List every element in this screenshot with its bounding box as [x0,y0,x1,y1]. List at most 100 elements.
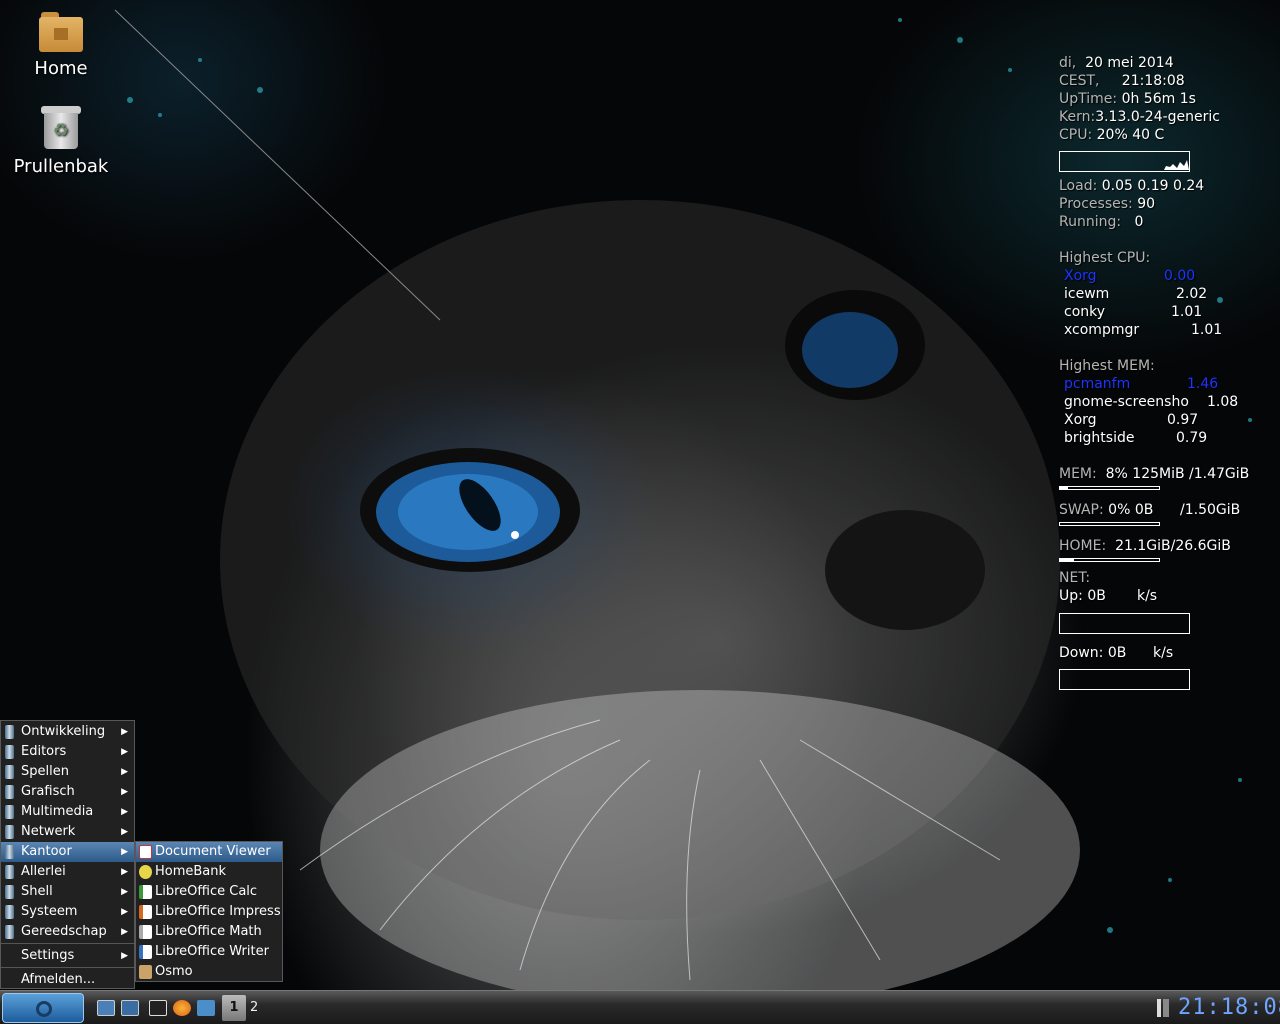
load-label: Load: [1059,178,1098,194]
net-down-value: 0B k/s [1107,645,1174,661]
menu-folder-icon [5,905,14,919]
highest-cpu-row: xcompmgr 1.01 [1064,322,1223,338]
taskbar: 1 2 21:18:08 [0,990,1280,1024]
desktop-icon-trash[interactable]: ♻ Prullenbak [6,106,116,177]
highest-mem-row: Xorg 0.97 [1064,412,1199,428]
net-down-graph [1059,669,1190,690]
volume-icon[interactable] [1155,997,1173,1019]
date-value: 20 mei 2014 [1085,55,1174,71]
submenu-arrow-icon: ▶ [121,747,128,757]
processes-value: 90 [1137,196,1156,212]
load-value: 0.05 0.19 0.24 [1101,178,1205,194]
desktop-icon-home[interactable]: Home [6,12,116,79]
desktop-icon-label: Prullenbak [13,156,109,177]
kantoor-submenu: Document Viewer HomeBank LibreOffice Cal… [135,841,283,982]
window-list-icon[interactable] [121,1000,139,1016]
submenu-item-libreoffice-math[interactable]: LibreOffice Math [136,922,282,942]
highest-cpu-row: Xorg 0.00 [1064,268,1196,284]
highest-cpu-row: icewm 2.02 [1064,286,1208,302]
menu-item-netwerk[interactable]: Netwerk ▶ [1,822,134,842]
home-disk-bar [1059,558,1160,562]
menu-item-kantoor[interactable]: Kantoor ▶ [1,842,134,862]
submenu-arrow-icon: ▶ [121,927,128,937]
submenu-item-homebank[interactable]: HomeBank [136,862,282,882]
menu-item-allerlei[interactable]: Allerlei ▶ [1,862,134,882]
firefox-icon[interactable] [173,1000,191,1016]
document-viewer-icon [139,845,152,859]
date-label: di, [1059,55,1077,71]
submenu-arrow-icon: ▶ [121,887,128,897]
menu-folder-icon [5,745,14,759]
submenu-item-libreoffice-writer[interactable]: LibreOffice Writer [136,942,282,962]
osmo-icon [139,965,152,979]
workspace-2-button[interactable]: 2 [250,995,266,1021]
menu-folder-icon [5,885,14,899]
net-up-label: Up: [1059,588,1083,604]
highest-mem-label: Highest MEM: [1059,358,1155,374]
start-logo-icon [36,1001,52,1017]
libreoffice-impress-icon [139,905,152,919]
submenu-arrow-icon: ▶ [121,951,128,961]
conky-monitor: di, 20 mei 2014 CEST, 21:18:08 UpTime: 0… [1059,54,1274,690]
running-label: Running: [1059,214,1122,230]
net-up-value: 0B k/s [1087,588,1158,604]
menu-folder-icon [5,925,14,939]
mem-bar-fill [1060,487,1068,489]
terminal-icon[interactable] [149,1000,167,1016]
kernel-label: Kern: [1059,109,1096,125]
submenu-arrow-icon: ▶ [121,767,128,777]
libreoffice-writer-icon [139,945,152,959]
menu-folder-icon [5,865,14,879]
home-folder-icon [39,12,83,52]
start-menu-button[interactable] [2,993,84,1023]
menu-item-multimedia[interactable]: Multimedia ▶ [1,802,134,822]
net-up-graph [1059,613,1190,634]
uptime-value: 0h 56m 1s [1121,91,1196,107]
workspace-1-button[interactable]: 1 [222,995,246,1021]
menu-item-spellen[interactable]: Spellen ▶ [1,762,134,782]
menu-item-shell[interactable]: Shell ▶ [1,882,134,902]
submenu-item-osmo[interactable]: Osmo [136,962,282,982]
net-label: NET: [1059,570,1091,586]
submenu-item-libreoffice-calc[interactable]: LibreOffice Calc [136,882,282,902]
cpu-label: CPU: [1059,127,1093,143]
kernel-value: 3.13.0-24-generic [1095,109,1220,125]
show-desktop-icon[interactable] [97,1000,115,1016]
menu-folder-icon [5,845,14,859]
time-value: 21:18:08 [1121,73,1185,89]
menu-item-systeem[interactable]: Systeem ▶ [1,902,134,922]
menu-item-grafisch[interactable]: Grafisch ▶ [1,782,134,802]
trash-icon: ♻ [41,106,81,150]
file-manager-icon[interactable] [197,1000,215,1016]
highest-cpu-row: conky 1.01 [1064,304,1203,320]
submenu-arrow-icon: ▶ [121,807,128,817]
menu-folder-icon [5,765,14,779]
submenu-arrow-icon: ▶ [121,787,128,797]
submenu-item-document-viewer[interactable]: Document Viewer [136,842,282,862]
submenu-item-libreoffice-impress[interactable]: LibreOffice Impress [136,902,282,922]
menu-item-settings[interactable]: Settings ▶ [1,946,134,966]
home-disk-value: 21.1GiB/26.6GiB [1115,538,1231,554]
menu-item-gereedschap[interactable]: Gereedschap ▶ [1,922,134,942]
start-menu: Ontwikkeling ▶ Editors ▶ Spellen ▶ Grafisch… [0,720,135,989]
home-disk-bar-fill [1060,559,1074,561]
highest-cpu-label: Highest CPU: [1059,250,1151,266]
net-down-label: Down: [1059,645,1104,661]
uptime-label: UpTime: [1059,91,1118,107]
swap-value: 0% 0B /1.50GiB [1108,502,1241,518]
processes-label: Processes: [1059,196,1133,212]
menu-item-logout[interactable]: Afmelden... [1,970,134,990]
homebank-icon [139,865,152,879]
menu-item-ontwikkeling[interactable]: Ontwikkeling ▶ [1,722,134,742]
mem-value: 8% 125MiB /1.47GiB [1105,466,1250,482]
desktop-icon-label: Home [34,58,88,79]
submenu-arrow-icon: ▶ [121,847,128,857]
submenu-arrow-icon: ▶ [121,727,128,737]
menu-item-editors[interactable]: Editors ▶ [1,742,134,762]
highest-mem-row: pcmanfm 1.46 [1064,376,1219,392]
home-disk-label: HOME: [1059,538,1107,554]
libreoffice-calc-icon [139,885,152,899]
taskbar-clock[interactable]: 21:18:08 [1178,995,1280,1021]
mem-label: MEM: [1059,466,1097,482]
swap-bar [1059,522,1160,526]
